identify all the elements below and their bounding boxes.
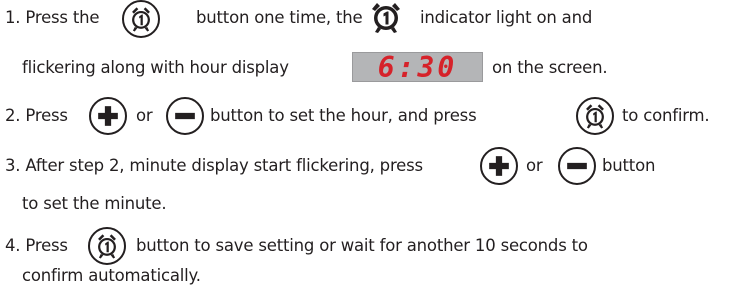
step-3-text: 3. After step 2, minute display start fl… xyxy=(5,156,423,175)
alarm-indicator-icon xyxy=(368,1,404,33)
step-2-text: to confirm. xyxy=(622,106,710,125)
lcd-time-display: 6:30 xyxy=(352,51,483,84)
instruction-page: 1. Press the button one time, the indica… xyxy=(0,0,729,292)
lcd-time-value: 6:30 xyxy=(377,51,458,84)
alarm-button-icon xyxy=(122,0,160,38)
minus-button-icon xyxy=(558,147,596,185)
plus-button-icon xyxy=(480,147,518,185)
step-1-text: 1. Press the xyxy=(5,8,100,27)
step-3-text: to set the minute. xyxy=(22,194,167,213)
step-3-text: button xyxy=(602,156,656,175)
step-2-text: 2. Press xyxy=(5,106,68,125)
step-1-text: button one time, the xyxy=(196,8,363,27)
step-4-text: button to save setting or wait for anoth… xyxy=(136,236,588,255)
minus-button-icon xyxy=(166,97,204,135)
step-4-text: confirm automatically. xyxy=(22,266,201,285)
step-2-text: button to set the hour, and press xyxy=(210,106,477,125)
step-3-text: or xyxy=(526,156,543,175)
step-2-text: or xyxy=(136,106,153,125)
plus-button-icon xyxy=(89,97,127,135)
step-1-text: on the screen. xyxy=(492,58,608,77)
step-1-text: indicator light on and xyxy=(420,8,593,27)
alarm-button-icon xyxy=(576,97,614,135)
step-1-text: flickering along with hour display xyxy=(22,58,289,77)
